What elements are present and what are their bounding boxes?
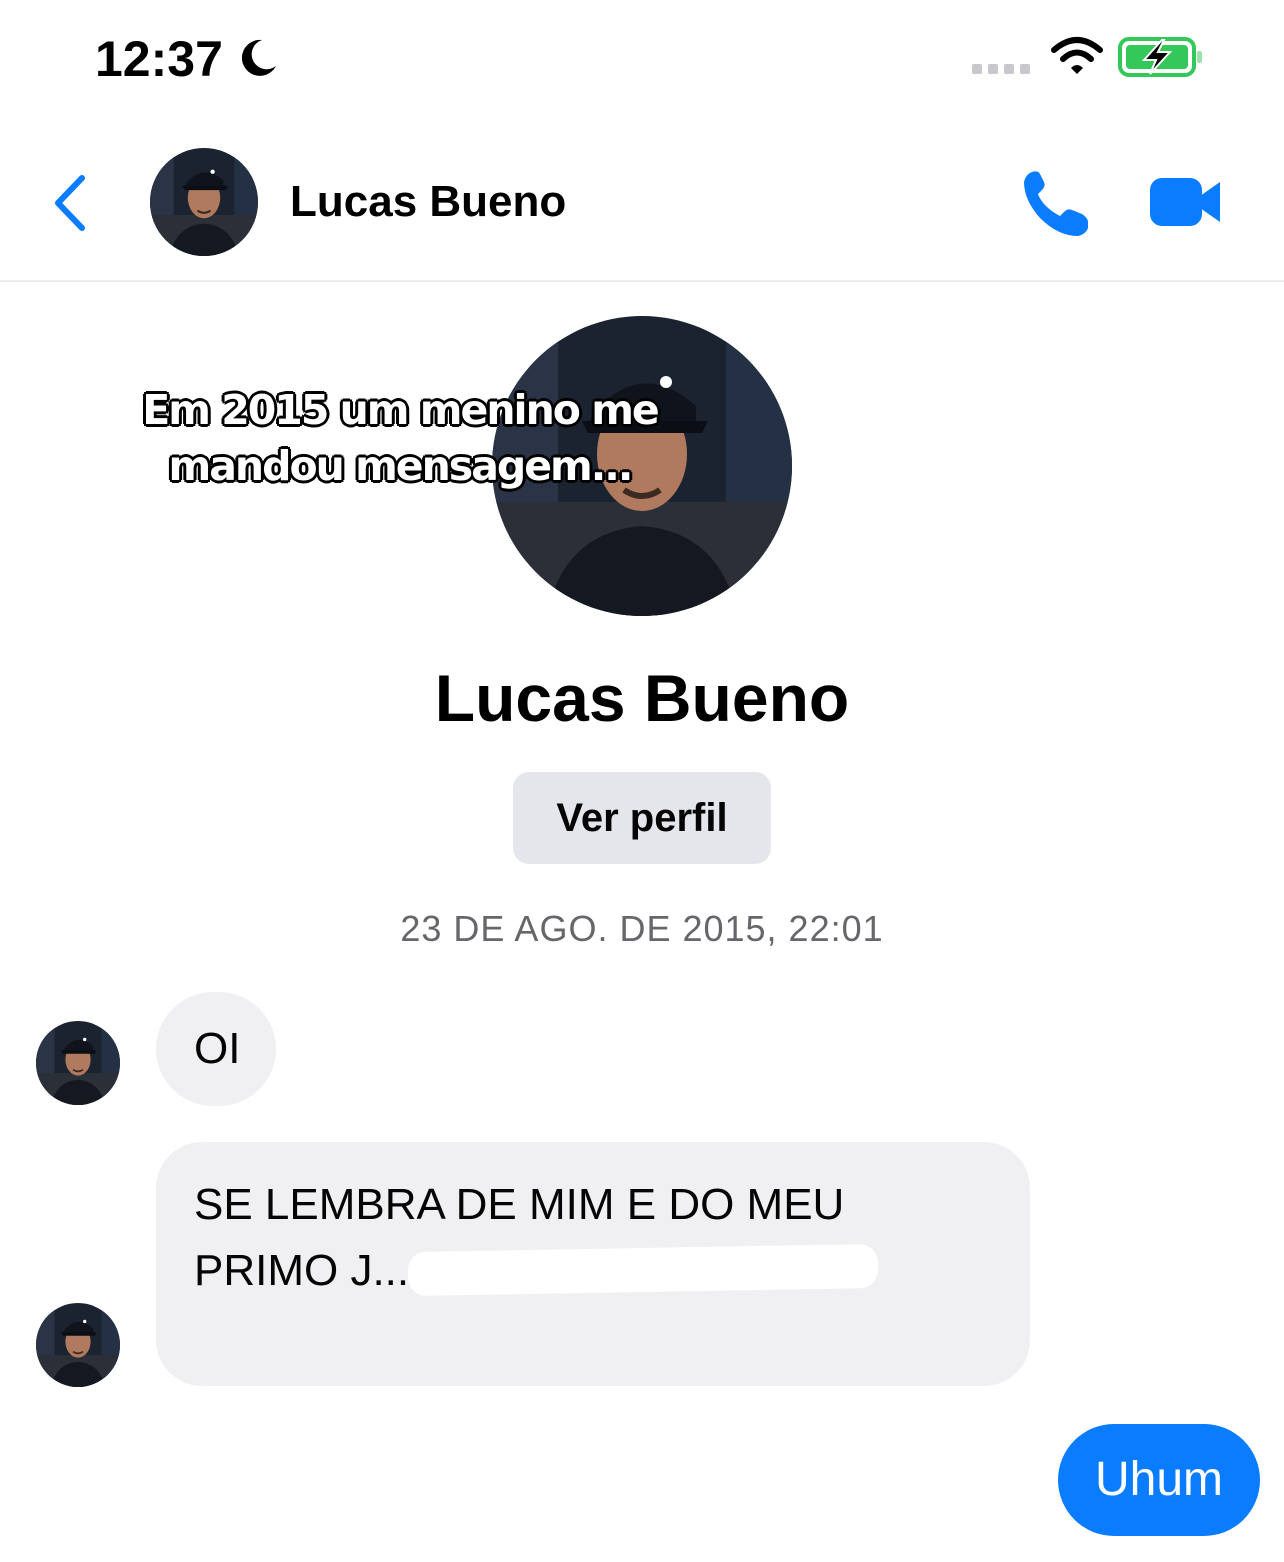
avatar[interactable] bbox=[36, 1021, 120, 1105]
profile-name: Lucas Bueno bbox=[434, 661, 850, 735]
conversation-header: Lucas Bueno bbox=[0, 120, 1284, 282]
video-caption: Em 2015 um menino me mandou mensagem... bbox=[142, 386, 660, 490]
cellular-signal-icon bbox=[972, 64, 1030, 74]
video-camera-icon[interactable] bbox=[1148, 170, 1224, 234]
outgoing-message[interactable]: Uhum bbox=[1058, 1424, 1260, 1536]
chevron-left-icon[interactable] bbox=[50, 172, 90, 234]
wifi-icon bbox=[1051, 37, 1103, 74]
view-profile-button[interactable]: Ver perfil bbox=[513, 772, 771, 864]
redaction-mark bbox=[407, 1243, 879, 1297]
phone-icon[interactable] bbox=[1018, 166, 1094, 242]
battery-charging-icon bbox=[1118, 37, 1202, 77]
status-time: 12:37 bbox=[95, 31, 223, 87]
moon-icon bbox=[241, 39, 276, 76]
avatar[interactable] bbox=[36, 1303, 120, 1387]
conversation-timestamp: 23 DE AGO. DE 2015, 22:01 bbox=[400, 908, 884, 949]
incoming-message[interactable]: OI bbox=[156, 992, 276, 1106]
status-bar: 12:37 bbox=[0, 0, 1284, 120]
contact-name[interactable]: Lucas Bueno bbox=[290, 177, 566, 227]
avatar[interactable] bbox=[150, 148, 258, 256]
